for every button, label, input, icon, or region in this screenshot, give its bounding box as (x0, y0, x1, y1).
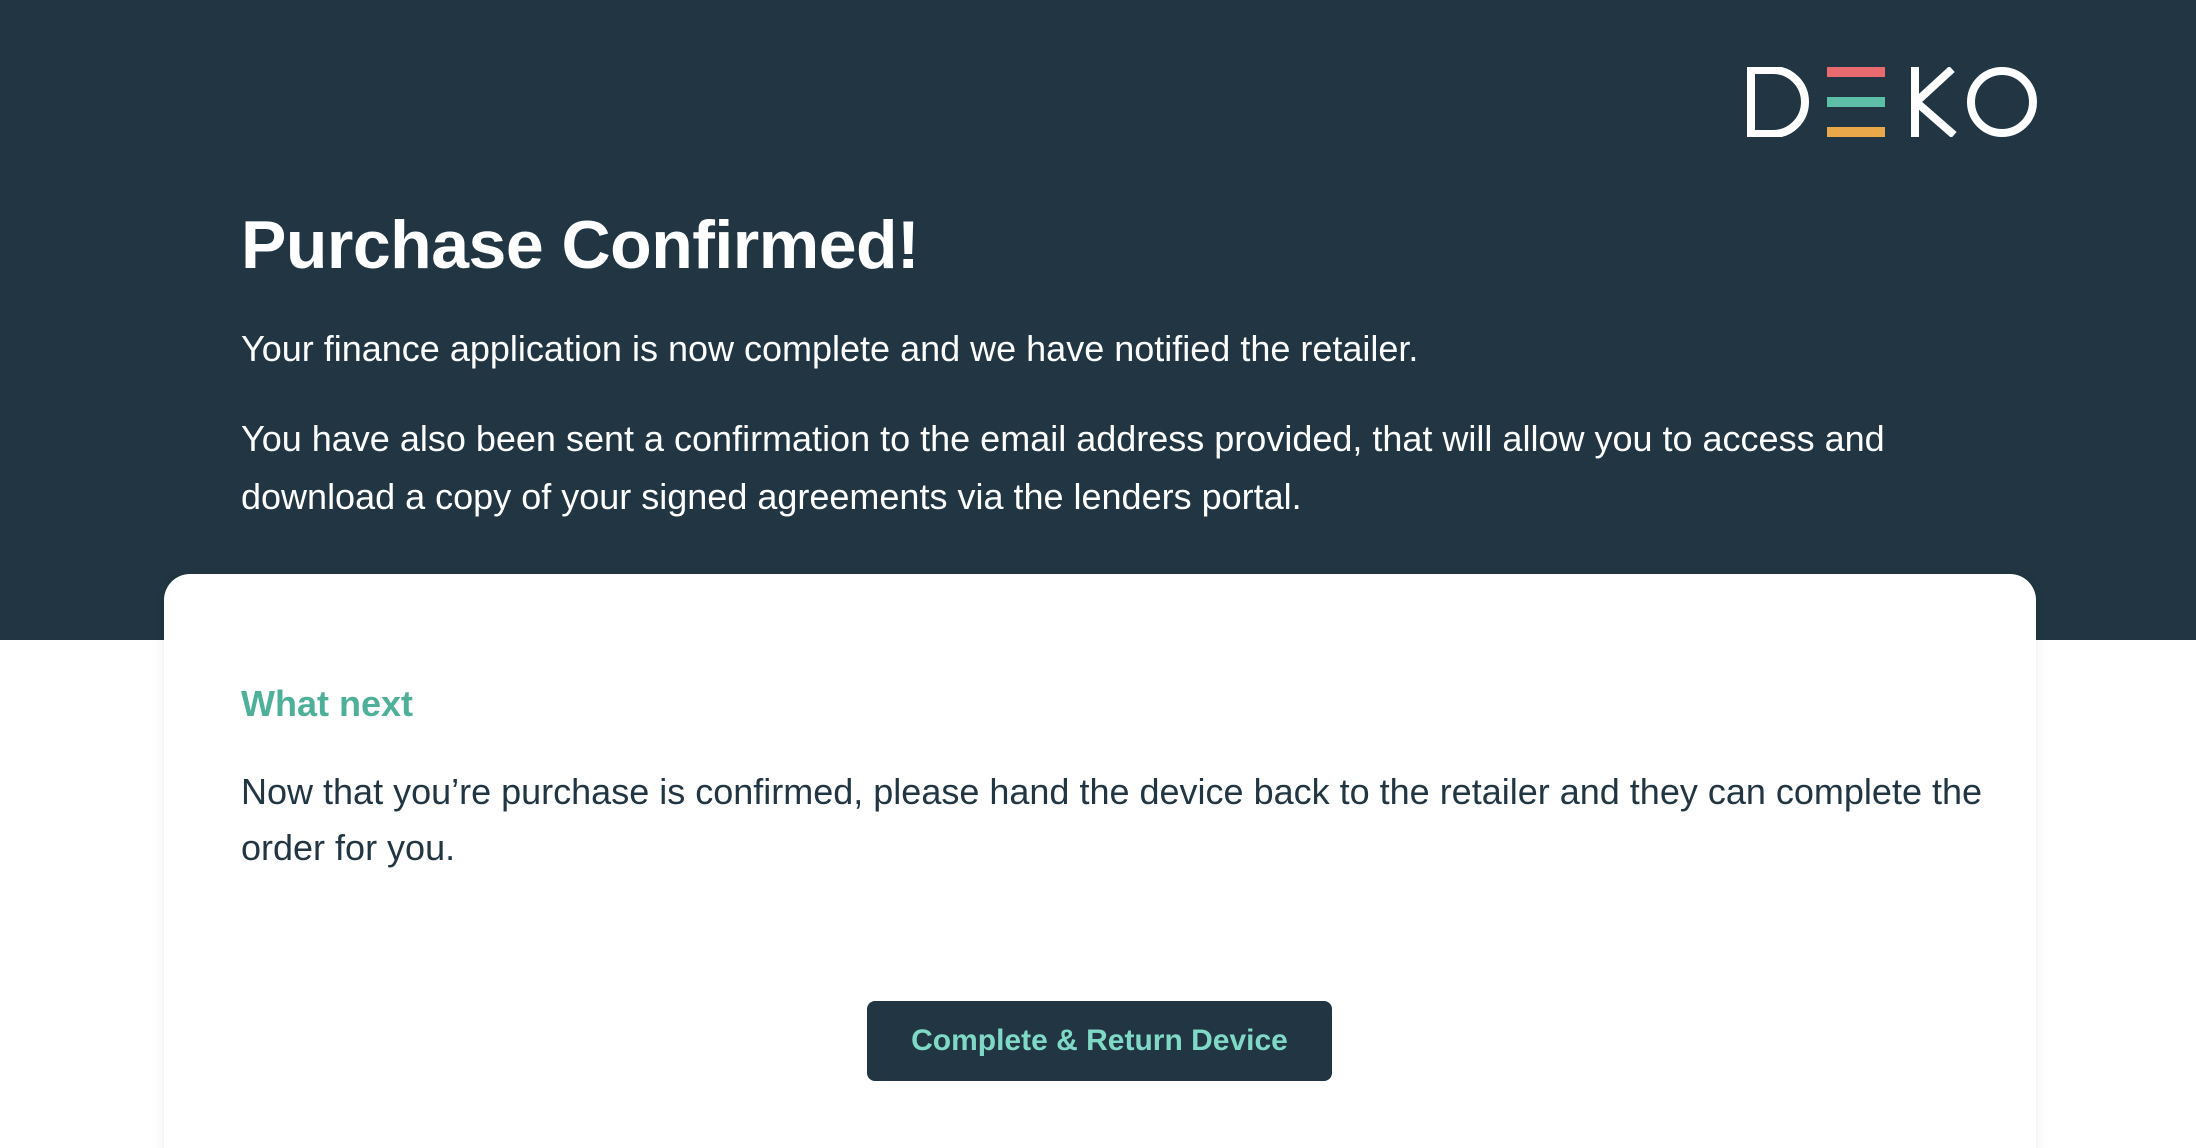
page: Purchase Confirmed! Your finance applica… (0, 0, 2196, 1148)
intro-text: Your finance application is now complete… (241, 328, 1419, 369)
confirmation-email-text: You have also been sent a confirmation t… (241, 418, 1885, 517)
complete-return-device-button[interactable]: Complete & Return Device (867, 1001, 1332, 1081)
deko-logo (1747, 67, 2037, 137)
what-next-card: What next Now that you’re purchase is co… (164, 574, 2036, 1148)
hero-banner: Purchase Confirmed! Your finance applica… (0, 0, 2196, 640)
what-next-heading: What next (241, 683, 414, 724)
what-next-text: Now that you’re purchase is confirmed, p… (241, 771, 1983, 868)
page-title: Purchase Confirmed! (241, 207, 920, 283)
